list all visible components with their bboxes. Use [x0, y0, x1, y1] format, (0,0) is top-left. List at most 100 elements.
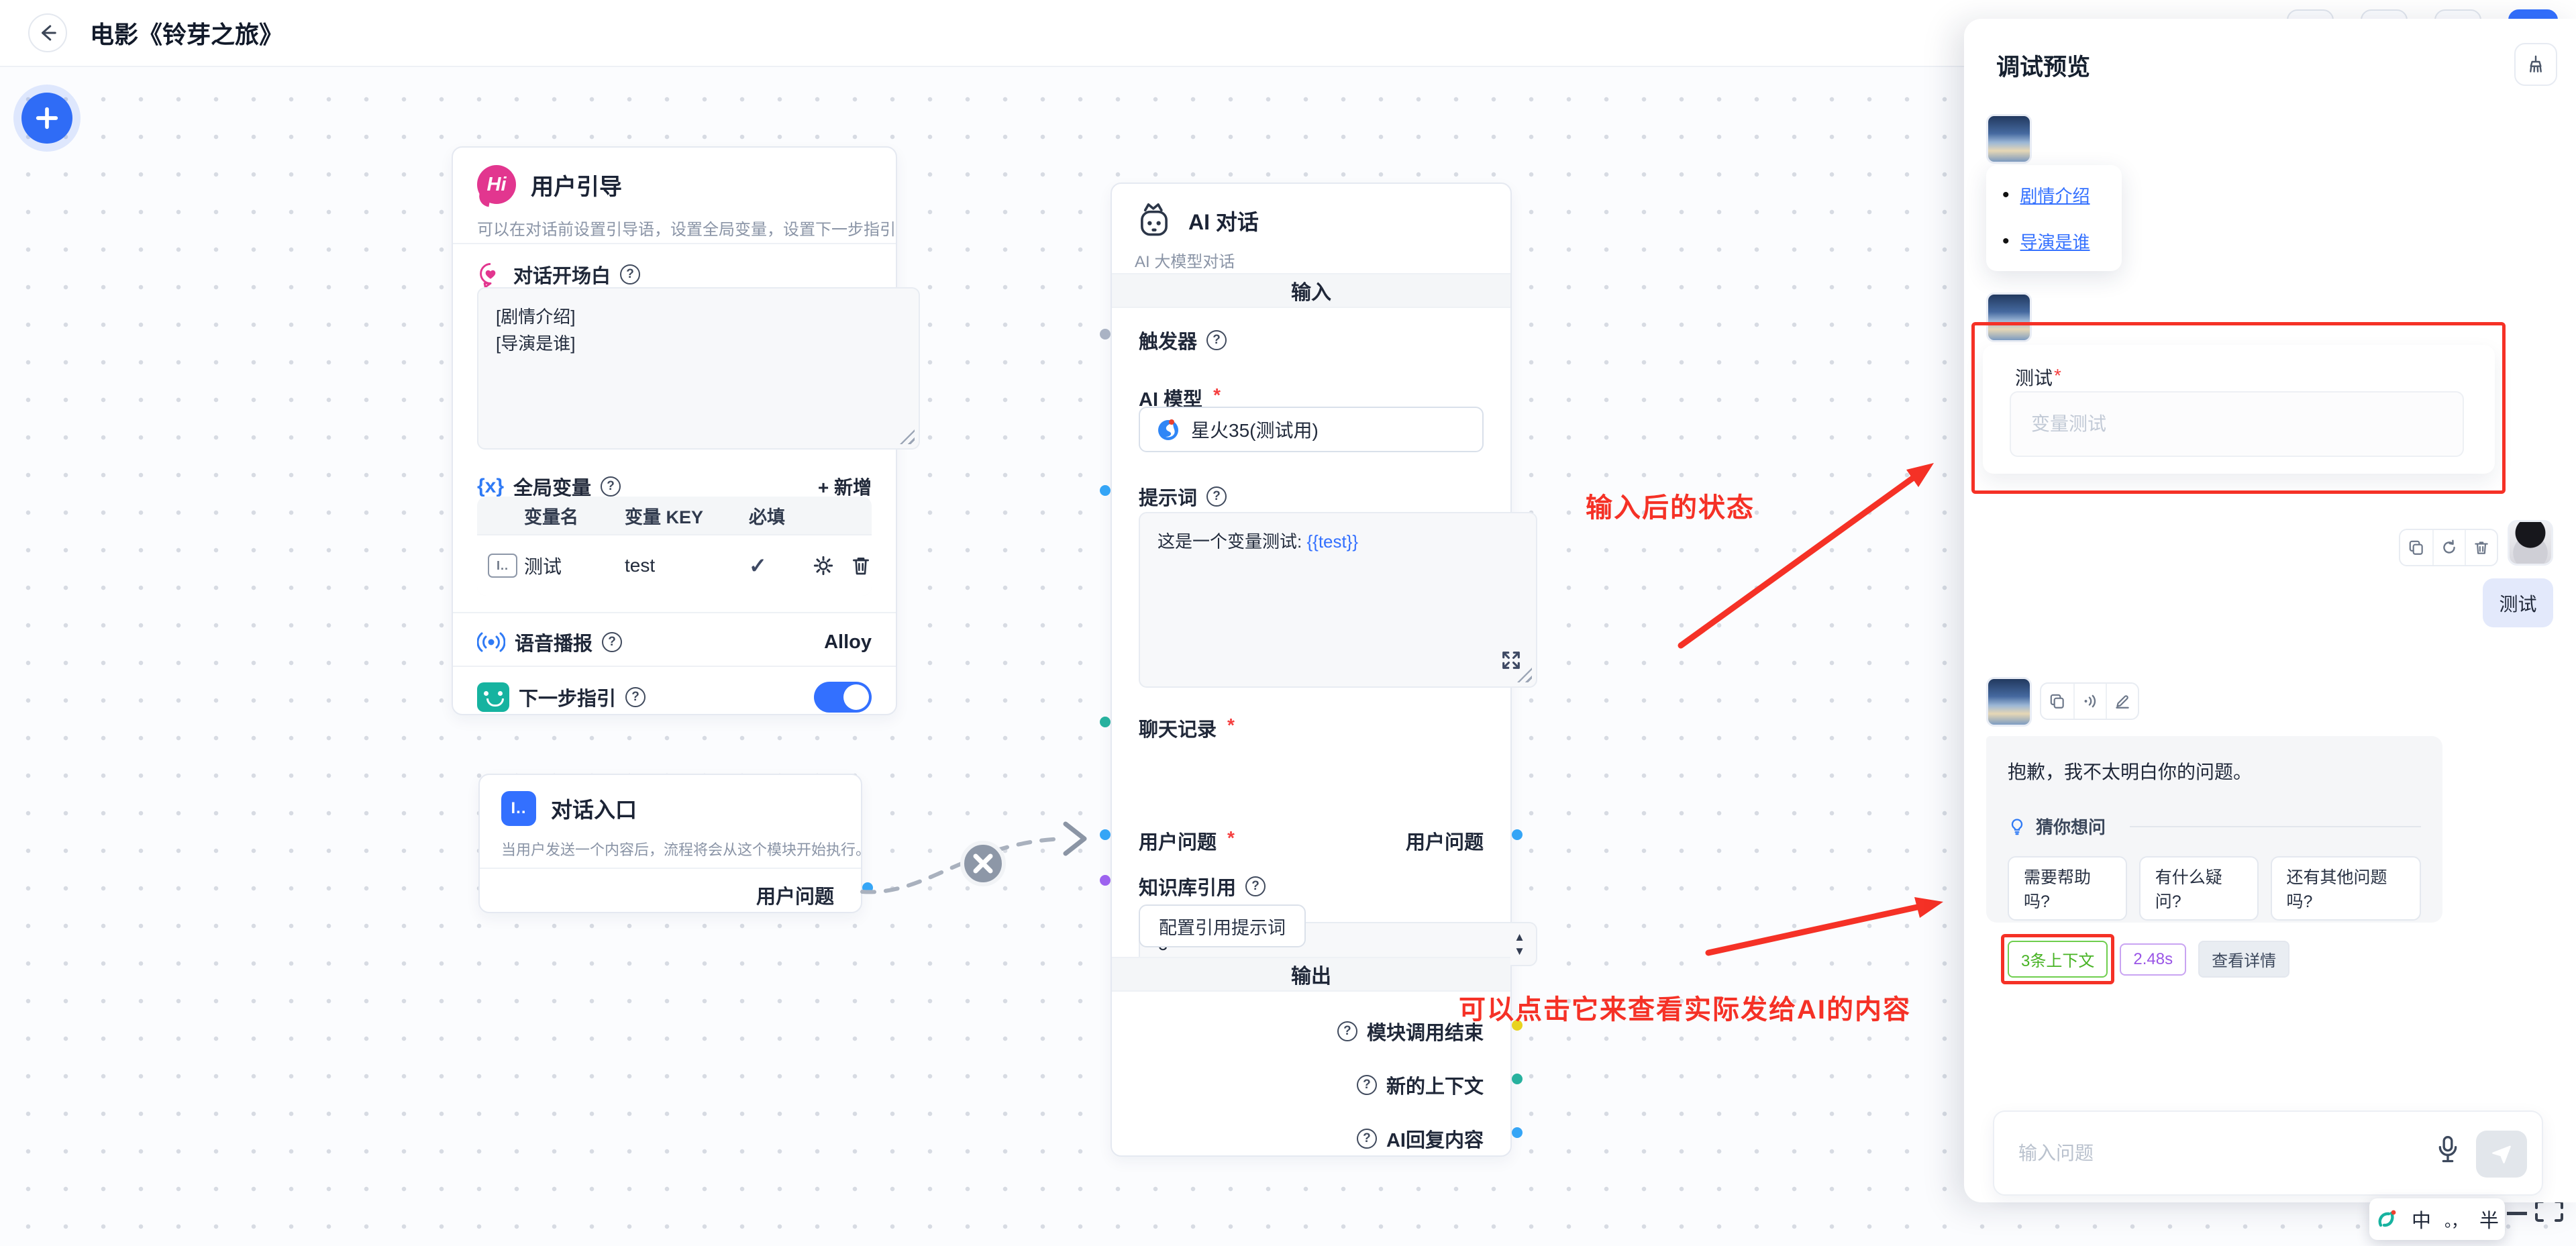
edit-icon[interactable] — [2106, 684, 2138, 719]
prompt-textarea[interactable]: 这是一个变量测试: {{test}} — [1139, 512, 1537, 688]
next-guide-toggle[interactable] — [814, 682, 872, 713]
prompt-label: 提示词 — [1139, 482, 1197, 511]
form-label: 测试* — [2015, 364, 2061, 391]
node-title: 对话入口 — [551, 793, 637, 824]
bot-avatar — [1986, 293, 2032, 342]
stepper-up-icon[interactable] — [1514, 932, 1525, 942]
var-name: 测试 — [524, 552, 625, 579]
help-icon[interactable] — [1245, 876, 1266, 896]
welcome-link[interactable]: 剧情介绍 — [2020, 183, 2090, 207]
node-desc: 当用户发送一个内容后，流程将会从这个模块开始执行。 — [501, 838, 870, 860]
required-mark: * — [2054, 365, 2061, 386]
ime-width[interactable]: 半 — [2479, 1205, 2499, 1233]
required-mark: * — [1213, 384, 1221, 406]
help-icon[interactable] — [1337, 1021, 1357, 1041]
ime-punct[interactable]: 。， — [2444, 1208, 2466, 1231]
gear-icon[interactable] — [813, 555, 834, 576]
welcome-link[interactable]: 导演是谁 — [2020, 229, 2090, 254]
node-desc: 可以在对话前设置引导语，设置全局变量，设置下一步指引 — [477, 216, 896, 240]
robot-icon — [1135, 201, 1174, 240]
node-title: 用户引导 — [531, 168, 622, 201]
opening-label: 对话开场白 — [513, 260, 611, 289]
help-icon[interactable] — [1357, 1129, 1377, 1149]
ai-message-text: 抱歉，我不太明白你的问题。 — [2008, 758, 2421, 784]
broom-icon — [2525, 54, 2546, 75]
back-button[interactable] — [28, 13, 67, 52]
suggestion-chip[interactable]: 有什么疑问? — [2139, 856, 2259, 921]
fullscreen-icon[interactable] — [2534, 1200, 2565, 1223]
clear-chat-button[interactable] — [2514, 43, 2557, 86]
next-guide-label: 下一步指引 — [519, 683, 616, 711]
kb-label: 知识库引用 — [1139, 872, 1236, 900]
port-history-in[interactable] — [1100, 717, 1111, 727]
port-question-out[interactable] — [1512, 829, 1523, 840]
help-icon[interactable] — [602, 632, 622, 652]
divider — [453, 243, 896, 244]
question-input[interactable] — [2018, 1112, 2394, 1194]
port-user-question-out[interactable] — [862, 882, 873, 893]
help-icon[interactable] — [625, 687, 646, 707]
ai-message-bubble: 抱歉，我不太明白你的问题。 猜你想问 需要帮助吗? 有什么疑问? 还有其他问题吗… — [1986, 736, 2442, 923]
variable-test-input[interactable] — [2010, 391, 2464, 457]
next-guide-icon — [477, 682, 509, 712]
kb-config-button[interactable]: 配置引用提示词 — [1139, 904, 1306, 947]
help-icon[interactable] — [601, 476, 621, 497]
port-prompt-in[interactable] — [1100, 485, 1111, 496]
model-select[interactable]: 星火35(测试用) — [1139, 407, 1484, 452]
panel-title: 调试预览 — [1996, 48, 2090, 83]
add-variable-button[interactable]: + 新增 — [818, 473, 872, 500]
port-new-context-out[interactable] — [1512, 1074, 1523, 1084]
variables-table: 变量名 变量 KEY 必填 I.. 测试 test ✓ — [477, 497, 872, 596]
bot-avatar — [1986, 114, 2032, 164]
port-ai-reply-out[interactable] — [1512, 1127, 1523, 1138]
node-ai-chat[interactable]: AI 对话 AI 大模型对话 输入 触发器 AI 模型* 星火35(测试用) 提… — [1111, 183, 1512, 1157]
user-message-bubble: 测试 — [2483, 578, 2553, 627]
context-count-tag[interactable]: 3条上下文 — [2008, 941, 2108, 978]
required-mark: * — [1227, 827, 1235, 849]
opening-textarea[interactable]: [剧情介绍] [导演是谁] — [477, 287, 920, 450]
guess-label: 猜你想问 — [2036, 814, 2106, 839]
spark-model-icon — [1156, 417, 1180, 442]
trash-icon[interactable] — [850, 555, 872, 576]
expand-icon[interactable] — [1500, 649, 1523, 672]
view-detail-tag[interactable]: 查看详情 — [2198, 941, 2289, 978]
help-icon[interactable] — [1206, 486, 1227, 507]
zoom-out-icon[interactable] — [2507, 1212, 2527, 1215]
port-trigger-in[interactable] — [1100, 329, 1111, 340]
retry-icon[interactable] — [2432, 530, 2465, 565]
suggestion-chip[interactable]: 需要帮助吗? — [2008, 856, 2127, 921]
node-chat-entry[interactable]: I.. 对话入口 当用户发送一个内容后，流程将会从这个模块开始执行。 用户问题 — [478, 774, 862, 913]
port-question-in[interactable] — [1100, 829, 1111, 840]
ime-toolbar[interactable]: 中 。， 半 — [2369, 1198, 2505, 1240]
port-kb-in[interactable] — [1100, 875, 1111, 886]
help-icon[interactable] — [1357, 1075, 1377, 1095]
annotation-input-state: 输入后的状态 — [1586, 486, 1755, 525]
question-in-label: 用户问题 — [1139, 827, 1217, 855]
add-node-button[interactable] — [21, 93, 72, 144]
help-icon[interactable] — [1206, 330, 1227, 350]
response-time-tag[interactable]: 2.48s — [2120, 943, 2186, 976]
ime-mode[interactable]: 中 — [2412, 1205, 2431, 1233]
read-aloud-icon[interactable] — [2073, 684, 2106, 719]
copy-icon[interactable] — [2400, 530, 2432, 565]
app-window: 电影《铃芽之旅》 Hi 用户引导 可以在对话前设置引导语，设置全局变量，设置下一… — [0, 0, 2576, 1246]
copy-icon[interactable] — [2041, 684, 2073, 719]
node-user-guide[interactable]: Hi 用户引导 可以在对话前设置引导语，设置全局变量，设置下一步指引 对话开场白… — [452, 146, 897, 715]
page-title: 电影《铃芽之旅》 — [90, 15, 283, 50]
stepper-down-icon[interactable] — [1514, 946, 1525, 956]
voice-broadcast-icon — [477, 630, 505, 654]
variable-form-card: 测试* — [1983, 345, 2495, 474]
delete-icon[interactable] — [2465, 530, 2497, 565]
entry-node-icon: I.. — [501, 791, 536, 826]
tts-value[interactable]: Alloy — [824, 631, 872, 654]
chat-input-box — [1993, 1110, 2543, 1196]
welcome-message-bubble: • 剧情介绍 • 导演是谁 — [1986, 165, 2122, 271]
bot-avatar — [1986, 677, 2032, 727]
annotation-click-hint: 可以点击它来查看实际发给AI的内容 — [1459, 988, 1911, 1027]
required-mark: * — [1227, 715, 1235, 736]
output-label: AI回复内容 — [1386, 1125, 1484, 1153]
send-button[interactable] — [2476, 1131, 2527, 1178]
mic-icon[interactable] — [2434, 1135, 2461, 1167]
suggestion-chip[interactable]: 还有其他问题吗? — [2271, 856, 2421, 921]
help-icon[interactable] — [620, 264, 640, 284]
